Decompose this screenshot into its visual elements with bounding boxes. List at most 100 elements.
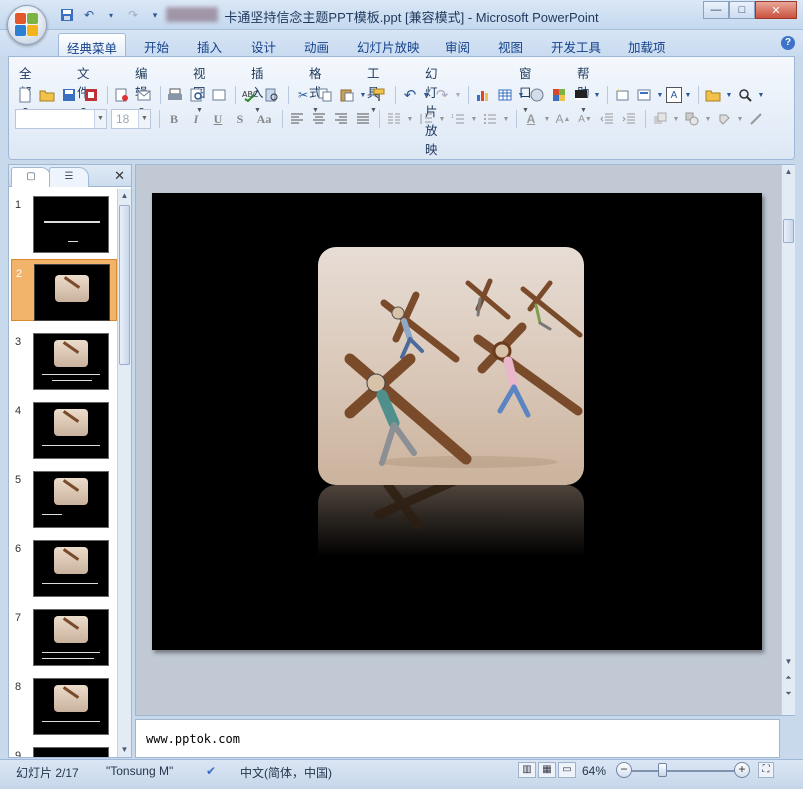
shape-outline-icon[interactable]	[746, 109, 766, 129]
change-case-button[interactable]: Aa	[252, 109, 276, 129]
dropdown-icon[interactable]: ▼	[517, 85, 525, 105]
bullets-icon[interactable]	[480, 109, 500, 129]
tab-review[interactable]: 审阅	[437, 33, 478, 56]
font-name-combo[interactable]: ▼	[15, 109, 107, 129]
format-painter-icon[interactable]	[369, 85, 389, 105]
dropdown-icon[interactable]: ▼	[454, 85, 462, 105]
insert-clipart-icon[interactable]	[527, 85, 547, 105]
permission-icon[interactable]	[81, 85, 101, 105]
zoom-slider-track[interactable]	[632, 770, 740, 772]
numbering-icon[interactable]: 1	[448, 109, 468, 129]
font-size-combo[interactable]: 18 ▼	[111, 109, 151, 129]
dropdown-icon[interactable]: ▼	[543, 109, 551, 129]
zoom-out-button[interactable]: −	[616, 762, 632, 778]
tab-classic-menu[interactable]: 经典菜单	[58, 33, 127, 56]
tab-design[interactable]: 设计	[243, 33, 284, 56]
next-slide-icon[interactable]: ⏷	[782, 687, 795, 701]
office-button[interactable]	[7, 5, 47, 45]
search-icon[interactable]	[735, 85, 755, 105]
tab-animation[interactable]: 动画	[296, 33, 337, 56]
slide-design-icon[interactable]	[571, 85, 591, 105]
paste-icon[interactable]	[337, 85, 357, 105]
dropdown-icon[interactable]: ▼	[757, 85, 765, 105]
columns-icon[interactable]	[384, 109, 404, 129]
dropdown-icon[interactable]: ▼	[359, 85, 367, 105]
dropdown-icon[interactable]: ▼	[502, 109, 510, 129]
slide-cartoon-image[interactable]	[318, 247, 584, 485]
export-pdf-icon[interactable]	[112, 85, 132, 105]
slide-thumbnail[interactable]: 9	[11, 742, 117, 757]
dropdown-icon[interactable]: ▼	[593, 85, 601, 105]
italic-button[interactable]: I	[186, 109, 206, 129]
copy-icon[interactable]	[315, 85, 335, 105]
notes-pane[interactable]: www.pptok.com	[135, 719, 780, 758]
close-button[interactable]: ✕	[755, 1, 797, 19]
dropdown-icon[interactable]: ▼	[470, 109, 478, 129]
new-slide-icon[interactable]	[612, 85, 632, 105]
dropdown-icon[interactable]: ▼	[438, 109, 446, 129]
dropdown-icon[interactable]: ▼	[422, 85, 430, 105]
previous-slide-icon[interactable]: ⏶	[782, 671, 795, 685]
zoom-in-button[interactable]: +	[734, 762, 750, 778]
open-icon[interactable]	[37, 85, 57, 105]
slide-layout-icon[interactable]	[209, 85, 229, 105]
textbox-icon[interactable]: A	[666, 87, 682, 103]
insert-table-icon[interactable]	[495, 85, 515, 105]
tab-insert[interactable]: 插入	[189, 33, 230, 56]
slide-thumbnail[interactable]: 3	[11, 328, 117, 390]
shrink-font-icon[interactable]: A ▼	[575, 109, 595, 129]
align-left-icon[interactable]	[287, 109, 307, 129]
tab-addins[interactable]: 加载项	[620, 33, 674, 56]
slideshow-view-icon[interactable]: ▭	[558, 762, 576, 778]
scrollbar-thumb[interactable]	[783, 219, 794, 243]
close-panel-icon[interactable]: ✕	[114, 168, 125, 184]
slide-thumbnail[interactable]: 8	[11, 673, 117, 735]
slides-panel-scrollbar[interactable]: ▲ ▼	[117, 189, 131, 757]
email-icon[interactable]	[134, 85, 154, 105]
layout-icon[interactable]	[634, 85, 654, 105]
undo-toolbar-icon[interactable]: ↶	[400, 85, 420, 105]
spelling-icon[interactable]: ABC	[240, 85, 260, 105]
slide-editor-scrollbar[interactable]: ▲ ▼ ⏶ ⏷	[781, 165, 795, 715]
scroll-down-icon[interactable]: ▼	[118, 743, 131, 757]
normal-view-icon[interactable]: ▥	[518, 762, 536, 778]
arrange-icon[interactable]	[650, 109, 670, 129]
decrease-indent-icon[interactable]	[597, 109, 617, 129]
tab-slideshow[interactable]: 幻灯片放映	[349, 33, 428, 56]
scroll-down-icon[interactable]: ▼	[782, 655, 795, 669]
maximize-button[interactable]: □	[729, 1, 755, 19]
dropdown-icon[interactable]: ▼	[736, 109, 744, 129]
tab-home[interactable]: 开始	[136, 33, 177, 56]
print-icon[interactable]	[165, 85, 185, 105]
zoom-slider-handle[interactable]	[658, 763, 667, 777]
slide-thumbnail[interactable]: 5	[11, 466, 117, 528]
insert-chart-icon[interactable]	[473, 85, 493, 105]
dropdown-icon[interactable]: ▼	[656, 85, 664, 105]
help-icon[interactable]: ?	[781, 36, 795, 50]
font-color-icon[interactable]: A	[521, 109, 541, 129]
bold-button[interactable]: B	[164, 109, 184, 129]
justify-icon[interactable]	[353, 109, 373, 129]
dropdown-icon[interactable]: ▼	[704, 109, 712, 129]
dropdown-icon[interactable]: ▼	[406, 109, 414, 129]
spellcheck-icon[interactable]: ✔	[206, 764, 216, 778]
dropdown-icon[interactable]: ▼	[725, 85, 733, 105]
color-scheme-icon[interactable]	[549, 85, 569, 105]
redo-toolbar-icon[interactable]: ↷	[432, 85, 452, 105]
slide-thumbnail[interactable]: 6	[11, 535, 117, 597]
dropdown-icon[interactable]: ▼	[684, 85, 692, 105]
shadow-button[interactable]: S	[230, 109, 250, 129]
new-icon[interactable]	[15, 85, 35, 105]
scroll-up-icon[interactable]: ▲	[118, 189, 131, 203]
line-spacing-icon[interactable]	[416, 109, 436, 129]
language-indicator[interactable]: 中文(简体，中国)	[240, 764, 332, 781]
align-center-icon[interactable]	[309, 109, 329, 129]
dropdown-icon[interactable]: ▼	[672, 109, 680, 129]
save-toolbar-icon[interactable]	[59, 85, 79, 105]
print-preview-icon[interactable]	[187, 85, 207, 105]
tab-developer[interactable]: 开发工具	[543, 33, 609, 56]
minimize-button[interactable]: —	[703, 1, 729, 19]
tab-view[interactable]: 视图	[490, 33, 531, 56]
slide-thumbnail-selected[interactable]: 2	[11, 259, 117, 321]
folder-icon[interactable]	[703, 85, 723, 105]
